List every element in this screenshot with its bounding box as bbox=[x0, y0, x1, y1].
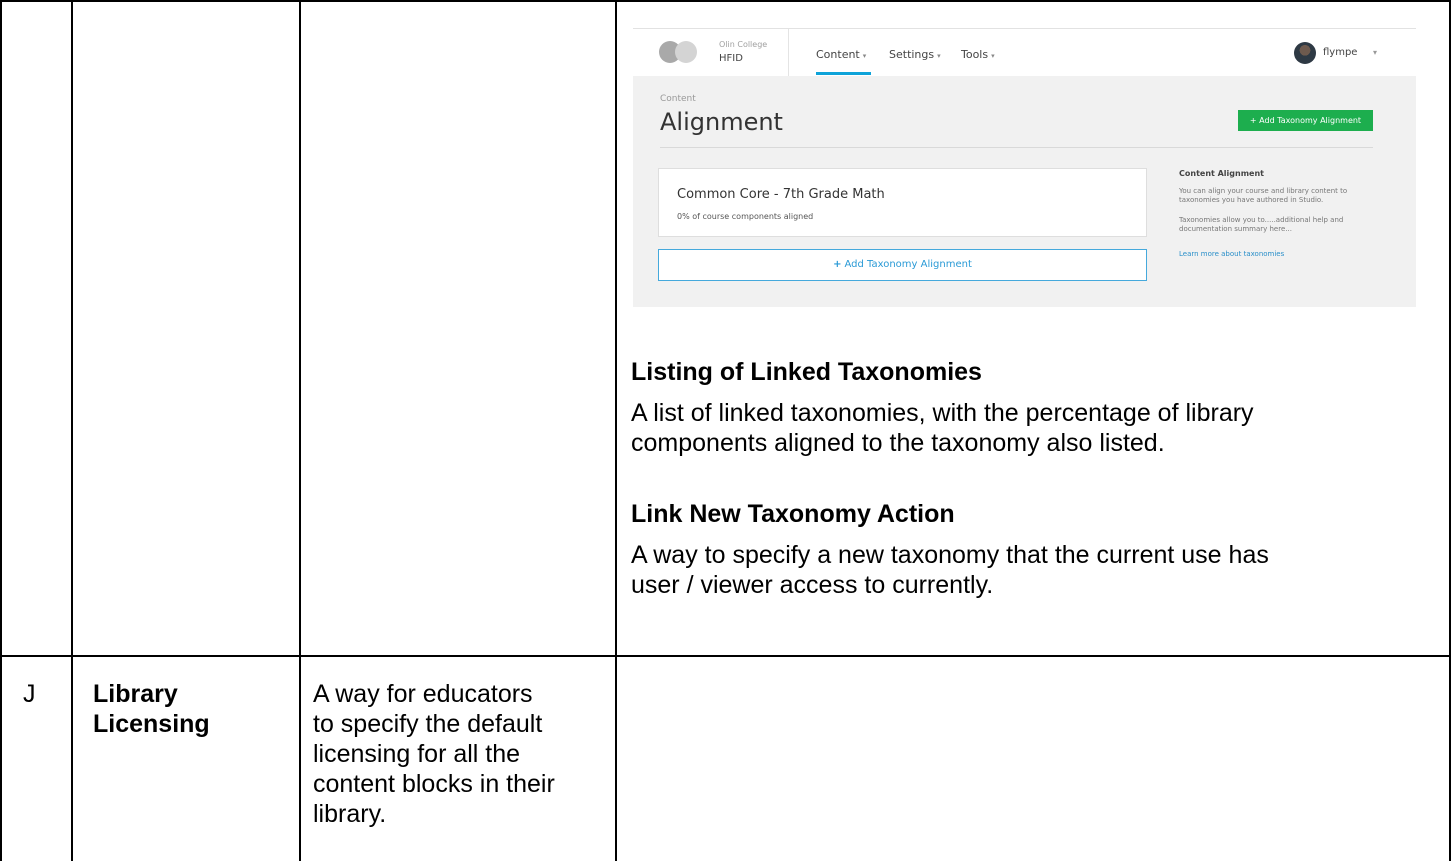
table-border-top bbox=[0, 0, 1451, 2]
learn-more-link[interactable]: Learn more about taxonomies bbox=[1179, 250, 1284, 258]
alignment-page: Content Alignment + Add Taxonomy Alignme… bbox=[633, 76, 1416, 307]
nav-content[interactable]: Content ▾ bbox=[816, 48, 866, 61]
sidebar-title: Content Alignment bbox=[1179, 169, 1264, 178]
header-divider bbox=[660, 147, 1373, 148]
table-col-divider-1 bbox=[71, 0, 73, 861]
row-desc-line: licensing for all the bbox=[313, 740, 521, 768]
chevron-down-icon: ▾ bbox=[991, 52, 995, 60]
row-title-line: Library bbox=[93, 680, 178, 708]
sidebar-paragraph-1: You can align your course and library co… bbox=[1179, 187, 1348, 204]
taxonomy-title: Common Core - 7th Grade Math bbox=[677, 187, 885, 202]
org-name: Olin College bbox=[719, 40, 768, 49]
section-line: A way to specify a new taxonomy that the… bbox=[631, 541, 1269, 569]
table-col-divider-3 bbox=[615, 0, 617, 861]
taxonomy-card[interactable]: Common Core - 7th Grade Math 0% of cours… bbox=[658, 168, 1147, 237]
alignment-screenshot: Olin College HFID Content ▾ Settings ▾ Too… bbox=[633, 28, 1416, 307]
page-title: Alignment bbox=[660, 108, 783, 136]
section-line: components aligned to the taxonomy also … bbox=[631, 429, 1165, 457]
row-desc-line: content blocks in their bbox=[313, 770, 555, 798]
active-tab-indicator bbox=[816, 72, 871, 75]
nav-settings[interactable]: Settings ▾ bbox=[889, 48, 941, 61]
taxonomy-alignment-status: 0% of course components aligned bbox=[677, 212, 814, 221]
add-taxonomy-alignment-button[interactable]: + Add Taxonomy Alignment bbox=[1238, 110, 1373, 131]
section-line: A list of linked taxonomies, with the pe… bbox=[631, 399, 1254, 427]
table-row-divider bbox=[0, 655, 1451, 657]
row-desc-line: to specify the default bbox=[313, 710, 543, 738]
section-heading-link-new-taxonomy: Link New Taxonomy Action bbox=[631, 500, 955, 528]
section-heading-linked-taxonomies: Listing of Linked Taxonomies bbox=[631, 358, 982, 386]
nav-tools-label: Tools bbox=[961, 48, 989, 61]
breadcrumb[interactable]: Content bbox=[660, 94, 696, 104]
row-desc-line: A way for educators bbox=[313, 680, 533, 708]
username[interactable]: flympe bbox=[1323, 47, 1357, 58]
row-desc-line: library. bbox=[313, 800, 387, 828]
nav-tools[interactable]: Tools ▾ bbox=[961, 48, 995, 61]
table-col-divider-2 bbox=[299, 0, 301, 861]
add-taxonomy-alignment-label: Add Taxonomy Alignment bbox=[844, 259, 972, 270]
table-border-right bbox=[1449, 0, 1451, 861]
org-logo-icon-overlap bbox=[675, 41, 697, 63]
nav-content-label: Content bbox=[816, 48, 860, 61]
section-line: user / viewer access to currently. bbox=[631, 571, 994, 599]
table-border-left bbox=[0, 0, 2, 861]
chevron-down-icon[interactable]: ▾ bbox=[1373, 48, 1377, 57]
nav-divider bbox=[788, 29, 789, 76]
sidebar-paragraph-2: Taxonomies allow you to.....additional h… bbox=[1179, 216, 1344, 233]
chevron-down-icon: ▾ bbox=[862, 52, 867, 60]
avatar[interactable] bbox=[1294, 42, 1316, 64]
org-code: HFID bbox=[719, 53, 743, 64]
nav-settings-label: Settings bbox=[889, 48, 935, 61]
chevron-down-icon: ▾ bbox=[937, 52, 941, 60]
top-nav: Olin College HFID Content ▾ Settings ▾ Too… bbox=[633, 29, 1416, 76]
row-title-line: Licensing bbox=[93, 710, 210, 738]
add-taxonomy-alignment-outline-button[interactable]: + Add Taxonomy Alignment bbox=[658, 249, 1147, 281]
plus-icon: + bbox=[833, 259, 842, 270]
row-id: J bbox=[23, 680, 36, 708]
